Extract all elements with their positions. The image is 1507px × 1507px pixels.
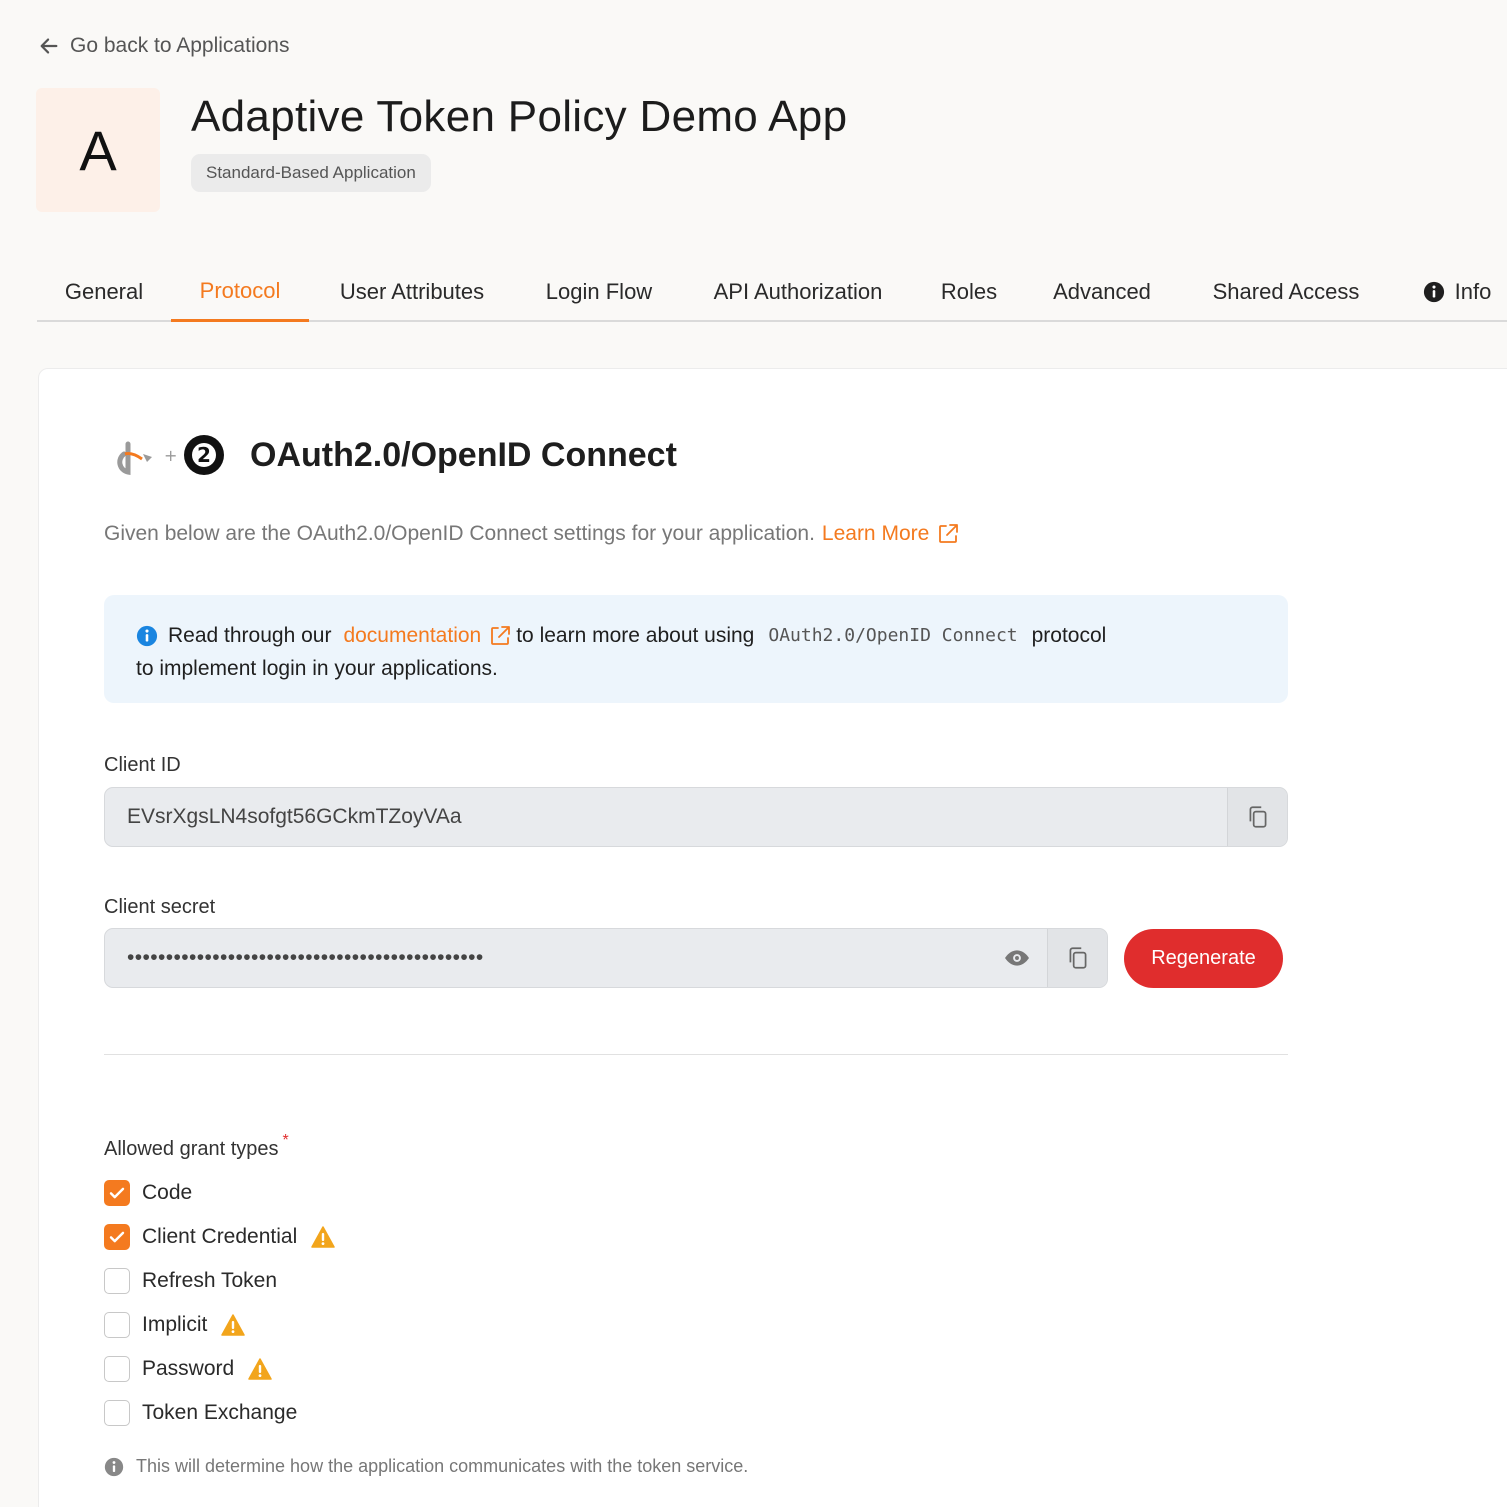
info-icon [104, 1457, 124, 1476]
notice-middle: to learn more about using [516, 624, 755, 647]
checkbox[interactable] [104, 1312, 130, 1338]
grant-type-label: Implicit [142, 1313, 208, 1336]
grant-type-label: Token Exchange [142, 1401, 298, 1424]
notice-suffix: protocol [1031, 624, 1107, 647]
tab-bar: General Protocol User Attributes Login F… [37, 262, 1507, 322]
grant-types-hint: This will determine how the application … [104, 1456, 748, 1477]
tab-general[interactable]: General [37, 262, 171, 322]
section-divider [104, 1054, 1288, 1055]
info-icon [136, 625, 158, 646]
back-link-label: Go back to Applications [70, 34, 290, 57]
regenerate-button[interactable]: Regenerate [1124, 929, 1283, 988]
tab-label: Info [1454, 279, 1492, 304]
checkmark-icon [109, 1187, 125, 1199]
tab-login-flow[interactable]: Login Flow [515, 262, 683, 322]
tab-roles[interactable]: Roles [913, 262, 1025, 322]
tab-shared-access[interactable]: Shared Access [1179, 262, 1393, 322]
tab-label: Shared Access [1212, 279, 1360, 304]
openid-oauth-logo-icon: + 2 [117, 435, 224, 475]
arrow-left-icon [40, 38, 58, 54]
grant-type-label: Password [142, 1357, 235, 1380]
tab-label: Protocol [199, 277, 281, 303]
tab-label: Roles [940, 279, 998, 304]
grant-types-label-text: Allowed grant types [104, 1138, 279, 1160]
checkbox[interactable] [104, 1180, 130, 1206]
logo-plus: + [164, 446, 177, 465]
protocol-title: OAuth2.0/OpenID Connect [250, 436, 677, 474]
client-secret-label: Client secret [104, 896, 216, 918]
logo-number: 2 [197, 443, 211, 467]
back-to-applications-link[interactable]: Go back to Applications [38, 34, 289, 58]
documentation-link[interactable]: documentation [343, 619, 481, 652]
warning-icon [221, 1314, 246, 1336]
tab-user-attributes[interactable]: User Attributes [309, 262, 515, 322]
client-id-value[interactable]: EVsrXgsLN4sofgt56GCkmTZoyVAa [105, 805, 1227, 829]
grant-type-label: Client Credential [142, 1225, 298, 1248]
checkbox[interactable] [104, 1400, 130, 1426]
copy-icon [1249, 806, 1266, 828]
checkmark-icon [109, 1231, 125, 1243]
external-link-icon [491, 625, 511, 645]
hint-text: This will determine how the application … [136, 1456, 749, 1476]
notice-line-2: to implement login in your applications. [136, 657, 498, 680]
client-id-label: Client ID [104, 754, 181, 776]
tab-label: General [64, 279, 144, 304]
grant-type-label: Code [142, 1181, 193, 1204]
grant-type-password[interactable]: Password [104, 1356, 272, 1382]
tab-advanced[interactable]: Advanced [1025, 262, 1179, 322]
copy-client-id-button[interactable] [1227, 788, 1287, 846]
notice-protocol-code: OAuth2.0/OpenID Connect [768, 625, 1018, 646]
documentation-notice: Read through our documentation to learn … [104, 595, 1288, 703]
info-icon [1423, 281, 1444, 303]
notice-prefix: Read through our [168, 624, 332, 647]
grant-type-code[interactable]: Code [104, 1180, 192, 1206]
app-type-badge: Standard-Based Application [191, 154, 431, 192]
tab-label: Advanced [1053, 279, 1151, 304]
grant-type-refresh-token[interactable]: Refresh Token [104, 1268, 277, 1294]
client-secret-value[interactable]: ••••••••••••••••••••••••••••••••••••••••… [105, 946, 987, 970]
tab-api-authorization[interactable]: API Authorization [683, 262, 913, 322]
protocol-description: Given below are the OAuth2.0/OpenID Conn… [104, 522, 960, 546]
tab-protocol[interactable]: Protocol [171, 262, 309, 322]
checkbox[interactable] [104, 1224, 130, 1250]
warning-icon [311, 1226, 335, 1248]
tab-label: Login Flow [545, 279, 653, 304]
checkbox[interactable] [104, 1356, 130, 1382]
client-secret-field: ••••••••••••••••••••••••••••••••••••••••… [104, 928, 1108, 988]
learn-more-link[interactable]: Learn More [822, 522, 929, 546]
show-secret-button[interactable] [987, 929, 1047, 987]
warning-icon [248, 1358, 272, 1380]
tab-label: User Attributes [339, 279, 485, 304]
grant-type-token-exchange[interactable]: Token Exchange [104, 1400, 297, 1426]
allowed-grant-types-label: Allowed grant types * [104, 1132, 289, 1161]
required-mark: * [282, 1132, 289, 1149]
external-link-icon [939, 524, 959, 543]
copy-icon [1069, 947, 1086, 969]
checkbox[interactable] [104, 1268, 130, 1294]
copy-client-secret-button[interactable] [1047, 929, 1107, 987]
grant-type-client-credential[interactable]: Client Credential [104, 1224, 335, 1250]
grant-type-implicit[interactable]: Implicit [104, 1312, 246, 1338]
eye-icon [1005, 950, 1029, 966]
description-text: Given below are the OAuth2.0/OpenID Conn… [104, 522, 815, 545]
grant-type-label: Refresh Token [142, 1269, 278, 1292]
tab-label: API Authorization [713, 279, 883, 304]
tab-info[interactable]: Info [1407, 262, 1507, 322]
app-avatar: A [36, 88, 160, 212]
app-title: Adaptive Token Policy Demo App [191, 92, 848, 141]
client-id-field: EVsrXgsLN4sofgt56GCkmTZoyVAa [104, 787, 1288, 847]
